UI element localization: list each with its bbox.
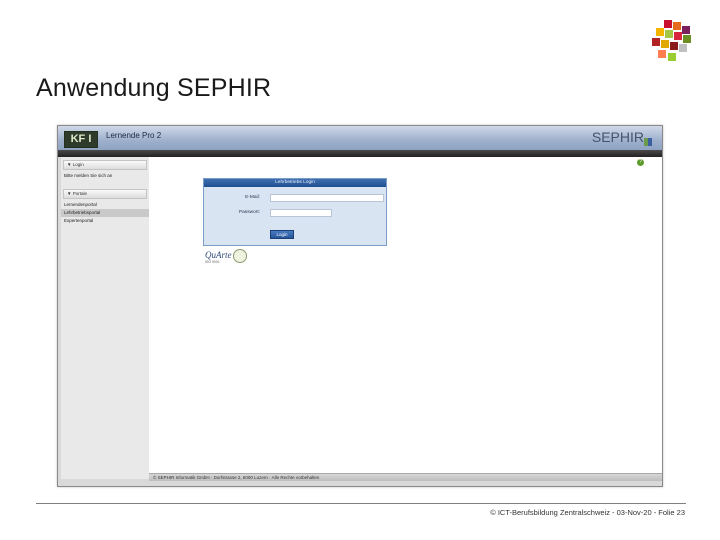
app-content: ? Lehrbetriebs Login E-Mail: Passwort: L… <box>149 157 662 479</box>
sidebar-login-header[interactable]: ▼ Login <box>63 160 147 170</box>
sidebar-item-expertenportal[interactable]: Expertenportal <box>61 217 149 225</box>
sephir-logo-icon <box>644 138 652 146</box>
quality-mark-sub: ISO 9001 <box>205 260 220 264</box>
sidebar-item-lehrbetriebsportal[interactable]: Lehrbetriebsportal <box>61 209 149 217</box>
password-label: Passwort: <box>238 210 260 215</box>
slide-divider <box>36 503 686 504</box>
quality-mark-logo: QuArte ISO 9001 <box>203 248 247 268</box>
app-sidebar: ▼ Login Bitte melden Sie sich an ▼ Porta… <box>61 157 150 479</box>
help-icon[interactable]: ? <box>637 159 644 166</box>
app-toolbar <box>58 150 662 157</box>
login-button[interactable]: Login <box>270 230 294 239</box>
app-footer: © SEPHIR Informatik GmbH · Dorfstrasse 2… <box>149 473 662 481</box>
app-header: KF I Lernende Pro 2 SEPHIR <box>58 126 662 150</box>
slide-footer: © ICT-Berufsbildung Zentralschweiz - 03-… <box>490 508 685 517</box>
sidebar-item-lernendenportal[interactable]: Lernendenportal <box>61 201 149 209</box>
brand-mosaic-logo <box>648 20 694 64</box>
slide-title: Anwendung SEPHIR <box>36 74 272 102</box>
sidebar-portals-header[interactable]: ▼ Portale <box>63 189 147 199</box>
password-field[interactable] <box>270 209 332 217</box>
login-panel: Lehrbetriebs Login E-Mail: Passwort: Log… <box>203 178 387 246</box>
app-name: Lernende Pro 2 <box>106 131 162 140</box>
app-logo: KF I <box>64 131 98 148</box>
quality-mark-text: QuArte <box>205 250 232 260</box>
sephir-brand: SEPHIR <box>591 129 644 145</box>
seal-icon <box>233 249 247 263</box>
embedded-app-screenshot: KF I Lernende Pro 2 SEPHIR ▼ Login Bitte… <box>57 125 663 487</box>
email-label: E-Mail: <box>245 195 260 200</box>
login-title: Lehrbetriebs Login <box>204 179 386 187</box>
sidebar-login-text: Bitte melden Sie sich an <box>64 173 113 178</box>
email-field[interactable] <box>270 194 384 202</box>
